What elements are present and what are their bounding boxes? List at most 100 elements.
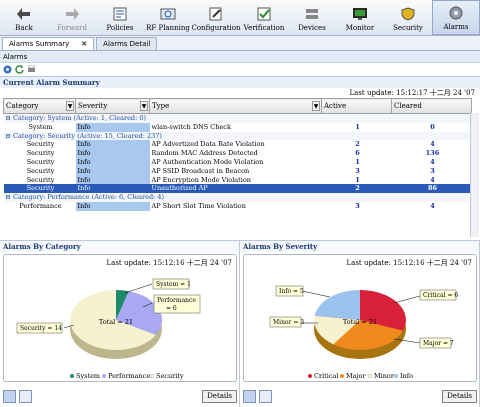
cell-type: AP Encryption Mode Violation — [151, 175, 251, 184]
forward-arrow-icon — [63, 6, 81, 22]
legend-security: Security — [156, 372, 184, 380]
cell-category: Security — [26, 175, 55, 184]
cell-type: AP Authentication Mode Violation — [151, 157, 264, 166]
legend-performance: Performance — [108, 372, 150, 380]
cell-active: 3 — [355, 201, 360, 210]
category-group-row[interactable]: ⊟ Category: Security (Active: 15, Cleare… — [3, 131, 472, 141]
table-row[interactable]: Performance Info AP Short Slot Time Viol… — [4, 201, 472, 211]
column-header-type[interactable]: Type ▼ — [149, 98, 322, 114]
cell-cleared: 4 — [430, 157, 435, 166]
cell-severity: Info — [75, 140, 150, 150]
settings-icon[interactable] — [3, 65, 12, 74]
table-row[interactable]: Security Info AP Authentication Mode Vio… — [4, 157, 472, 167]
cell-category: System — [28, 122, 53, 131]
cell-type: Unauthorized AP — [149, 184, 322, 194]
cell-category: Security — [26, 157, 55, 166]
cell-type: Random MAC Address Detected — [151, 149, 258, 158]
policies-button[interactable]: Policies — [96, 0, 144, 35]
cell-active: 2 — [321, 184, 392, 194]
tab-alarms-summary[interactable]: Alarms Summary ✖ — [2, 37, 95, 50]
tab-alarms-detail[interactable]: Alarms Detail — [96, 37, 158, 50]
cell-severity: Info — [75, 201, 150, 211]
mini-toolbar — [0, 63, 480, 76]
alarms-icon — [447, 5, 465, 21]
configuration-label: Configuration — [191, 24, 241, 32]
type-filter-dropdown-icon[interactable]: ▼ — [312, 101, 320, 111]
cell-type: AP SSID Broadcast in Beacon — [151, 166, 250, 175]
monitor-button[interactable]: Monitor — [336, 0, 384, 35]
column-header-cleared[interactable]: Cleared — [391, 98, 472, 114]
category-filter-dropdown-icon[interactable]: ▼ — [66, 101, 74, 111]
column-header-severity[interactable]: Severity ▼ — [75, 98, 150, 114]
table-row[interactable]: System Info wlan-switch DNS Check 1 0 — [4, 122, 472, 132]
table-row[interactable]: Security Info Unauthorized AP 2 86 — [3, 184, 472, 194]
severity-filter-dropdown-icon[interactable]: ▼ — [140, 101, 148, 111]
severity-details-button[interactable]: Details — [442, 389, 477, 403]
devices-button[interactable]: Devices — [288, 0, 336, 35]
category-group-row[interactable]: ⊟ Category: System (Active: 1, Cleared: … — [3, 113, 472, 123]
table-row[interactable]: Security Info AP Encryption Mode Violati… — [4, 175, 472, 185]
print-icon[interactable] — [27, 64, 36, 74]
column-header-category[interactable]: Category ▼ — [3, 98, 76, 114]
legend-major: Major — [346, 372, 366, 380]
severity-chart-toolbar: Details — [243, 388, 477, 404]
verification-button[interactable]: Verification — [240, 0, 288, 35]
refresh-icon[interactable] — [15, 65, 24, 74]
category-details-button[interactable]: Details — [202, 389, 237, 403]
forward-label: Forward — [56, 24, 88, 32]
security-button[interactable]: Security — [384, 0, 432, 35]
cell-cleared: 86 — [391, 184, 472, 194]
svg-text:= 6: = 6 — [166, 305, 177, 312]
table-scrollbar[interactable] — [470, 113, 479, 237]
verification-label: Verification — [243, 24, 285, 32]
category-chart-toolbar: Details — [3, 388, 237, 404]
chart-view-icon[interactable] — [243, 389, 256, 403]
cell-severity: Info — [75, 184, 150, 194]
alarms-label: Alarms — [443, 23, 469, 31]
cell-category: Performance — [19, 201, 62, 210]
pie-slice-info — [314, 290, 360, 320]
cell-type: AP Short Slot Time Violation — [151, 201, 246, 210]
tab-strip: Alarms Summary ✖ Alarms Detail — [0, 36, 480, 51]
performance-slice-label: Performance — [157, 297, 196, 304]
legend-info: Info — [400, 372, 413, 380]
devices-label: Devices — [298, 24, 326, 32]
rf-planning-icon — [159, 6, 177, 22]
summary-last-update: Last update: 15:12:17 十二月 24 '07 — [349, 89, 476, 97]
alarm-summary-table: Category ▼ Severity ▼ Type ▼ Active Cleared… — [3, 98, 472, 211]
minor-slice-label: Minor = 3 — [273, 319, 304, 326]
close-icon[interactable]: ✖ — [81, 40, 87, 48]
alarms-by-severity-panel: Alarms By Severity Last update: 15:12:16… — [240, 240, 480, 407]
table-row[interactable]: Security Info Random MAC Address Detecte… — [4, 149, 472, 158]
column-header-active[interactable]: Active — [321, 98, 392, 114]
configuration-button[interactable]: Configuration — [191, 0, 241, 35]
cell-active: 1 — [355, 122, 360, 131]
forward-button[interactable]: Forward — [48, 0, 96, 35]
system-slice-label: System = 1 — [156, 281, 191, 288]
current-alarm-summary-title: Current Alarm Summary — [0, 76, 480, 88]
back-button[interactable]: Back — [0, 0, 48, 35]
cell-cleared: 4 — [430, 175, 435, 184]
main-toolbar: Back Forward Policies RF Planning Config… — [0, 0, 480, 36]
table-view-icon[interactable] — [19, 389, 32, 403]
cell-severity: Info — [75, 122, 150, 132]
cell-category: Security — [26, 149, 55, 158]
cell-type: AP Advertized Data Rate Violation — [151, 140, 265, 149]
rf-planning-button[interactable]: RF Planning — [144, 0, 192, 35]
alarms-button[interactable]: Alarms — [432, 0, 480, 35]
category-chart-box: Last update: 15:12:16 十二月 24 '07 Total =… — [3, 254, 237, 382]
table-row[interactable]: Security Info AP Advertized Data Rate Vi… — [4, 140, 472, 150]
table-row[interactable]: Security Info AP SSID Broadcast in Beaco… — [4, 166, 472, 176]
chart-view-icon[interactable] — [3, 389, 16, 403]
category-group-row[interactable]: ⊟ Category: Performance (Active: 6, Clea… — [3, 193, 472, 202]
severity-pie-chart: Total = 21 Info = 5 Critical = 6 Minor =… — [269, 285, 458, 380]
security-icon — [399, 6, 417, 22]
breadcrumb: Alarms — [0, 51, 480, 63]
policies-icon — [111, 6, 129, 22]
cell-active: 3 — [355, 166, 360, 175]
legend-critical: Critical — [314, 372, 338, 380]
info-slice-label: Info = 5 — [279, 288, 304, 295]
table-view-icon[interactable] — [259, 389, 272, 403]
critical-slice-label: Critical = 6 — [423, 292, 458, 299]
cell-severity: Info — [75, 149, 150, 158]
